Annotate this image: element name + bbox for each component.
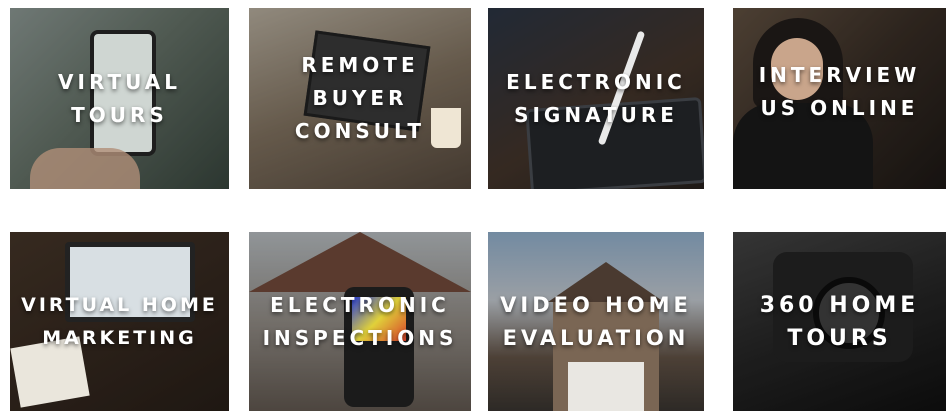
- tile-label: VIDEO HOME EVALUATION: [500, 289, 692, 355]
- garage-door-image: [568, 362, 644, 411]
- tile-video-home-evaluation[interactable]: VIDEO HOME EVALUATION: [488, 232, 704, 411]
- tile-label-line: TOURS: [71, 102, 168, 127]
- tile-label-line: TOURS: [787, 325, 892, 351]
- tile-label-line: BUYER: [312, 86, 408, 110]
- tile-remote-buyer-consult[interactable]: REMOTE BUYER CONSULT: [249, 8, 471, 189]
- tile-label-line: INSPECTIONS: [262, 325, 458, 350]
- tile-label: ELECTRONIC SIGNATURE: [506, 66, 686, 132]
- tile-label-line: US ONLINE: [760, 95, 919, 120]
- tile-virtual-home-marketing[interactable]: VIRTUAL HOME MARKETING: [10, 232, 229, 411]
- tile-label: 360 HOME TOURS: [760, 289, 920, 355]
- tile-label: REMOTE BUYER CONSULT: [295, 49, 425, 148]
- tile-label-line: VIRTUAL: [58, 69, 181, 94]
- tile-label: VIRTUAL TOURS: [58, 66, 181, 132]
- tile-label-line: EVALUATION: [502, 325, 690, 350]
- tile-label-line: ELECTRONIC: [506, 69, 686, 94]
- hand-image: [30, 148, 140, 189]
- tile-label-line: CONSULT: [294, 119, 426, 143]
- tile-label-line: INTERVIEW: [758, 62, 921, 87]
- tile-virtual-tours[interactable]: VIRTUAL TOURS: [10, 8, 229, 189]
- tile-label-line: MARKETING: [42, 326, 197, 349]
- tile-360-home-tours[interactable]: 360 HOME TOURS: [733, 232, 946, 411]
- tile-label: VIRTUAL HOME MARKETING: [21, 289, 218, 355]
- house-roof-image: [249, 232, 471, 292]
- tile-electronic-signature[interactable]: ELECTRONIC SIGNATURE: [488, 8, 704, 189]
- tile-interview-us-online[interactable]: INTERVIEW US ONLINE: [733, 8, 946, 189]
- coffee-cup-image: [431, 108, 461, 148]
- tile-label-line: SIGNATURE: [514, 102, 678, 127]
- tile-label-line: ELECTRONIC: [270, 292, 450, 317]
- tile-label: ELECTRONIC INSPECTIONS: [263, 289, 458, 355]
- tile-label-line: VIRTUAL HOME: [21, 293, 218, 316]
- tile-label-line: REMOTE: [301, 53, 419, 77]
- tile-label-line: VIDEO HOME: [500, 292, 692, 317]
- tile-label: INTERVIEW US ONLINE: [759, 59, 921, 125]
- tile-label-line: 360 HOME: [759, 292, 920, 318]
- tile-electronic-inspections[interactable]: ELECTRONIC INSPECTIONS: [249, 232, 471, 411]
